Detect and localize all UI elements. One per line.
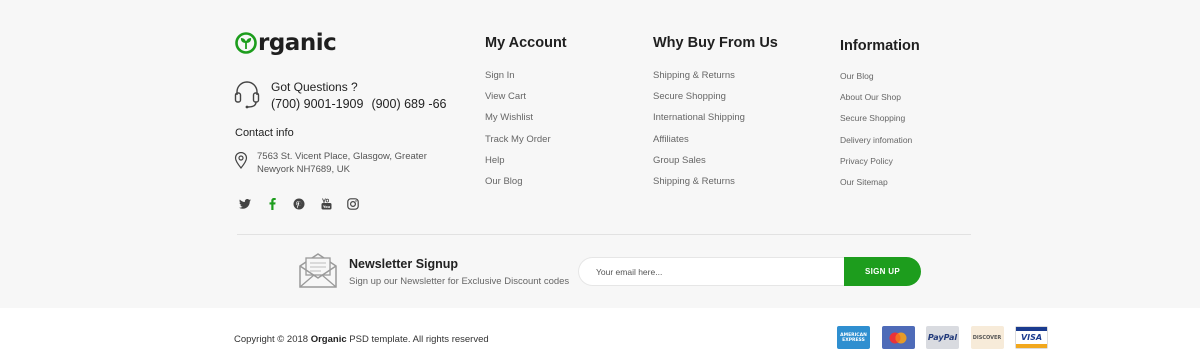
link-view-cart[interactable]: View Cart <box>485 91 567 112</box>
link-about-our-shop[interactable]: About Our Shop <box>840 91 920 112</box>
link-my-wishlist[interactable]: My Wishlist <box>485 112 567 133</box>
link-our-blog[interactable]: Our Blog <box>485 176 567 197</box>
my-account-column: My Account Sign In View Cart My Wishlist… <box>485 33 567 197</box>
information-title: Information <box>840 38 920 54</box>
newsletter-email-input[interactable] <box>578 257 844 286</box>
link-shipping-returns[interactable]: Shipping & Returns <box>653 176 778 197</box>
amex-label: EXPRESS <box>842 337 865 343</box>
link-help[interactable]: Help <box>485 155 567 176</box>
payment-methods: AMERICAN EXPRESS PayPal DISCOVER VISA <box>837 326 1060 349</box>
copyright-brand: Organic <box>310 334 347 345</box>
divider <box>237 234 971 235</box>
address-block: 7563 St. Vicent Place, Glasgow, Greater … <box>234 150 432 176</box>
logo-text: rganic <box>258 30 337 56</box>
visa-icon: VISA <box>1015 326 1048 349</box>
logo[interactable]: rganic <box>235 30 337 56</box>
headset-icon <box>234 81 260 109</box>
my-account-title: My Account <box>485 35 567 51</box>
newsletter-title: Newsletter Signup <box>349 257 459 271</box>
leaf-logo-icon <box>235 32 257 54</box>
phone-number[interactable]: (700) 9001-1909 <box>271 97 363 111</box>
link-sign-in[interactable]: Sign In <box>485 70 567 91</box>
discover-icon: DISCOVER <box>970 326 1004 349</box>
svg-text:You: You <box>322 205 331 209</box>
contact-info-title: Contact info <box>235 127 294 139</box>
copyright: Copyright © 2018 Organic PSD template. A… <box>234 334 489 345</box>
link-our-sitemap[interactable]: Our Sitemap <box>840 176 920 197</box>
facebook-icon[interactable] <box>265 197 279 211</box>
copyright-prefix: Copyright © 2018 <box>234 334 309 345</box>
link-secure-shopping[interactable]: Secure Shopping <box>653 91 778 112</box>
link-secure-shopping[interactable]: Secure Shopping <box>840 112 920 133</box>
twitter-icon[interactable] <box>238 197 252 211</box>
link-group-sales[interactable]: Group Sales <box>653 155 778 176</box>
pinterest-icon[interactable] <box>292 197 306 211</box>
mastercard-icon <box>881 326 915 349</box>
location-pin-icon <box>234 152 248 169</box>
support-block: Got Questions ? (700) 9001-1909 (900) 689… <box>234 79 447 112</box>
copyright-suffix: PSD template. All rights reserved <box>349 334 489 345</box>
link-shipping-returns[interactable]: Shipping & Returns <box>653 70 778 91</box>
visa-label: VISA <box>1020 333 1043 342</box>
information-column: Information Our Blog About Our Shop Secu… <box>840 36 920 197</box>
why-buy-title: Why Buy From Us <box>653 35 778 51</box>
link-privacy-policy[interactable]: Privacy Policy <box>840 155 920 176</box>
paypal-icon: PayPal <box>926 326 959 349</box>
support-title: Got Questions ? <box>271 80 358 94</box>
link-affiliates[interactable]: Affiliates <box>653 134 778 155</box>
phone-number[interactable]: (900) 689 -66 <box>371 97 446 111</box>
sign-up-button[interactable]: SIGN UP <box>844 257 921 286</box>
youtube-icon[interactable]: You <box>319 197 333 211</box>
instagram-icon[interactable] <box>346 197 360 211</box>
why-buy-column: Why Buy From Us Shipping & Returns Secur… <box>653 33 778 197</box>
amex-label: AMERICAN <box>840 332 867 338</box>
amex-card-icon: AMERICAN EXPRESS <box>837 326 870 349</box>
link-track-my-order[interactable]: Track My Order <box>485 134 567 155</box>
link-international-shipping[interactable]: International Shipping <box>653 112 778 133</box>
envelope-icon <box>299 253 337 288</box>
link-delivery-information[interactable]: Delivery infomation <box>840 134 920 155</box>
support-phones: (700) 9001-1909 (900) 689 -66 <box>271 96 447 112</box>
newsletter-form: SIGN UP <box>578 257 921 286</box>
address-text: 7563 St. Vicent Place, Glasgow, Greater … <box>257 151 427 175</box>
newsletter-subtitle: Sign up our Newsletter for Exclusive Dis… <box>349 276 570 287</box>
social-links: You <box>238 197 373 211</box>
link-our-blog[interactable]: Our Blog <box>840 70 920 91</box>
